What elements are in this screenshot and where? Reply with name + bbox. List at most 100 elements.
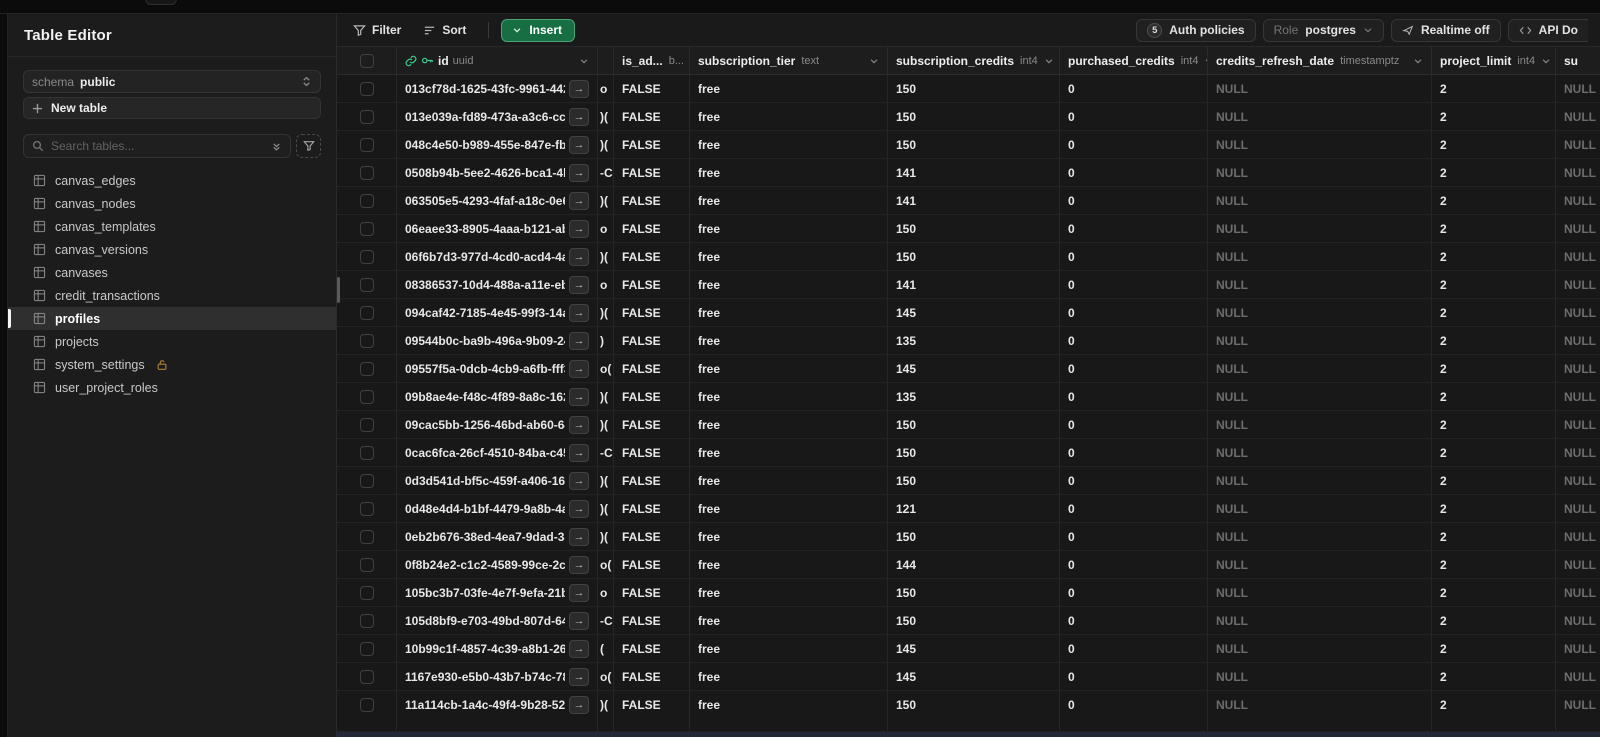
expand-row-button[interactable]: →	[569, 499, 589, 518]
chevron-down-icon[interactable]	[579, 56, 589, 66]
column-header-subscription-credits[interactable]: subscription_credits int4	[888, 47, 1060, 74]
row-checkbox[interactable]	[359, 389, 374, 404]
row-checkbox[interactable]	[359, 557, 374, 572]
row-checkbox[interactable]	[359, 529, 374, 544]
column-header-credits-refresh-date[interactable]: credits_refresh_date timestamptz	[1208, 47, 1432, 74]
api-docs-button[interactable]: API Do	[1507, 18, 1588, 42]
insert-button[interactable]: Insert	[501, 18, 576, 42]
row-checkbox[interactable]	[359, 165, 374, 180]
table-row[interactable]: 09b8ae4e-f48c-4f89-8a8c-1629b... → )( FA…	[337, 383, 1600, 411]
sidebar-item-canvas_nodes[interactable]: canvas_nodes	[23, 192, 321, 215]
row-checkbox[interactable]	[359, 333, 374, 348]
row-checkbox[interactable]	[359, 641, 374, 656]
chevron-down-icon[interactable]	[1413, 56, 1423, 66]
expand-row-button[interactable]: →	[569, 359, 589, 378]
table-row[interactable]: 094caf42-7185-4e45-99f3-14abee... → )( F…	[337, 299, 1600, 327]
row-checkbox[interactable]	[359, 305, 374, 320]
column-header-id[interactable]: id uuid	[397, 47, 598, 74]
row-checkbox[interactable]	[359, 445, 374, 460]
row-checkbox[interactable]	[359, 669, 374, 684]
row-checkbox[interactable]	[359, 137, 374, 152]
row-checkbox[interactable]	[359, 249, 374, 264]
expand-row-button[interactable]: →	[569, 163, 589, 182]
table-row[interactable]: 06eaee33-8905-4aaa-b121-ab552... → o FAL…	[337, 215, 1600, 243]
sidebar-filter-button[interactable]	[296, 134, 321, 158]
select-all-checkbox[interactable]	[359, 53, 374, 68]
table-row[interactable]: 105d8bf9-e703-49bd-807d-645e... → -C FAL…	[337, 607, 1600, 635]
expand-row-button[interactable]: →	[569, 695, 589, 714]
table-row[interactable]: 0eb2b676-38ed-4ea7-9dad-38e6... → )( FAL…	[337, 523, 1600, 551]
row-checkbox[interactable]	[359, 221, 374, 236]
sidebar-item-canvas_edges[interactable]: canvas_edges	[23, 169, 321, 192]
row-checkbox[interactable]	[359, 361, 374, 376]
search-tables-input[interactable]: Search tables...	[23, 134, 291, 158]
table-row[interactable]: 09557f5a-0dcb-4cb9-a6fb-fff366... → o( F…	[337, 355, 1600, 383]
chevron-down-icon[interactable]	[1541, 56, 1551, 66]
expand-row-button[interactable]: →	[569, 135, 589, 154]
table-row[interactable]: 11a114cb-1a4c-49f4-9b28-52219ec... → )( …	[337, 691, 1600, 718]
expand-row-button[interactable]: →	[569, 527, 589, 546]
table-row[interactable]: 09cac5bb-1256-46bd-ab60-64ed... → )( FAL…	[337, 411, 1600, 439]
table-row[interactable]: 0508b94b-5ee2-4626-bca1-4bca... → -C FAL…	[337, 159, 1600, 187]
row-checkbox[interactable]	[359, 81, 374, 96]
expand-row-button[interactable]: →	[569, 555, 589, 574]
sidebar-item-canvas_versions[interactable]: canvas_versions	[23, 238, 321, 261]
row-checkbox[interactable]	[359, 585, 374, 600]
row-checkbox[interactable]	[359, 277, 374, 292]
table-row[interactable]: 063505e5-4293-4faf-a18c-0e65b... → )( FA…	[337, 187, 1600, 215]
table-row[interactable]: 09544b0c-ba9b-496a-9b09-244... → ) FALSE…	[337, 327, 1600, 355]
sidebar-item-projects[interactable]: projects	[23, 330, 321, 353]
table-row[interactable]: 06f6b7d3-977d-4cd0-acd4-4a78... → )( FAL…	[337, 243, 1600, 271]
expand-row-button[interactable]: →	[569, 667, 589, 686]
expand-row-button[interactable]: →	[569, 471, 589, 490]
column-header-subscription-tier[interactable]: subscription_tier text	[690, 47, 888, 74]
filter-button[interactable]: Filter	[343, 18, 411, 42]
table-row[interactable]: 105bc3b7-03fe-4e7f-9efa-21bb40... → o FA…	[337, 579, 1600, 607]
expand-row-button[interactable]: →	[569, 191, 589, 210]
table-row[interactable]: 048c4e50-b989-455e-847e-fb2f... → )( FAL…	[337, 131, 1600, 159]
expand-row-button[interactable]: →	[569, 275, 589, 294]
column-header-purchased-credits[interactable]: purchased_credits int4	[1060, 47, 1208, 74]
column-header-clipped[interactable]: su	[1556, 47, 1600, 74]
expand-row-button[interactable]: →	[569, 415, 589, 434]
row-checkbox[interactable]	[359, 613, 374, 628]
realtime-toggle-button[interactable]: Realtime off	[1390, 18, 1501, 42]
expand-row-button[interactable]: →	[569, 331, 589, 350]
column-header-project-limit[interactable]: project_limit int4	[1432, 47, 1556, 74]
expand-row-button[interactable]: →	[569, 247, 589, 266]
expand-row-button[interactable]: →	[569, 443, 589, 462]
vertical-scrollbar-thumb[interactable]	[337, 277, 340, 303]
expand-row-button[interactable]: →	[569, 611, 589, 630]
column-header-is-admin[interactable]: is_ad... b...	[614, 47, 690, 74]
table-row[interactable]: 1167e930-e5b0-43b7-b74c-788c9... → o( FA…	[337, 663, 1600, 691]
table-row[interactable]: 013e039a-fd89-473a-a3c6-ccfa9... → )( FA…	[337, 103, 1600, 131]
sidebar-item-canvases[interactable]: canvases	[23, 261, 321, 284]
chevron-down-icon[interactable]	[869, 56, 879, 66]
expand-row-button[interactable]: →	[569, 79, 589, 98]
table-row[interactable]: 10b99c1f-4857-4c39-a8b1-263b8... → ( FAL…	[337, 635, 1600, 663]
expand-row-button[interactable]: →	[569, 583, 589, 602]
expand-row-button[interactable]: →	[569, 219, 589, 238]
table-row[interactable]: 0d48e4d4-b1bf-4479-9a8b-4a4b... → )( FAL…	[337, 495, 1600, 523]
row-checkbox[interactable]	[359, 193, 374, 208]
auth-policies-button[interactable]: 5 Auth policies	[1136, 18, 1256, 42]
table-row[interactable]: 08386537-10d4-488a-a11e-eb5a6... → o FAL…	[337, 271, 1600, 299]
row-checkbox[interactable]	[359, 697, 374, 712]
row-checkbox[interactable]	[359, 473, 374, 488]
expand-row-button[interactable]: →	[569, 639, 589, 658]
expand-row-button[interactable]: →	[569, 303, 589, 322]
sidebar-item-system_settings[interactable]: system_settings	[23, 353, 321, 376]
table-row[interactable]: 013cf78d-1625-43fc-9961-442189... → o FA…	[337, 75, 1600, 103]
table-row[interactable]: 0cac6fca-26cf-4510-84ba-c4580... → -C FA…	[337, 439, 1600, 467]
new-table-button[interactable]: New table	[23, 97, 321, 119]
row-checkbox[interactable]	[359, 501, 374, 516]
sidebar-item-canvas_templates[interactable]: canvas_templates	[23, 215, 321, 238]
chevron-down-icon[interactable]	[1044, 56, 1054, 66]
sidebar-item-profiles[interactable]: profiles	[8, 307, 336, 330]
sidebar-item-user_project_roles[interactable]: user_project_roles	[23, 376, 321, 399]
expand-row-button[interactable]: →	[569, 107, 589, 126]
role-select[interactable]: Role postgres	[1262, 18, 1384, 42]
expand-row-button[interactable]: →	[569, 387, 589, 406]
row-checkbox[interactable]	[359, 417, 374, 432]
table-row[interactable]: 0f8b24e2-c1c2-4589-99ce-2c52d... → o( FA…	[337, 551, 1600, 579]
